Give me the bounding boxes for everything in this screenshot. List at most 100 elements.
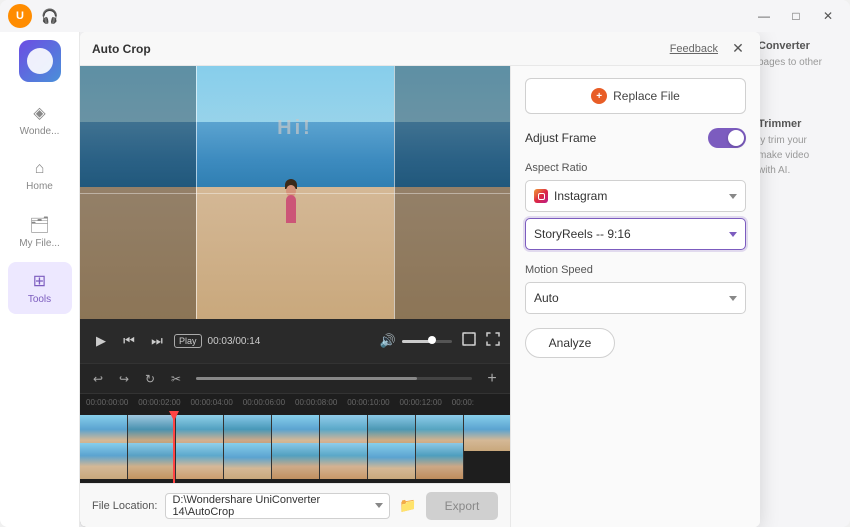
motion-speed-value: Auto xyxy=(534,291,559,305)
volume-icon[interactable]: 🔊 xyxy=(380,333,396,349)
redo-button[interactable]: ↪ xyxy=(114,369,134,389)
myfiles-icon: 🗂 xyxy=(29,215,49,235)
converter-text: pages to other xyxy=(758,55,842,70)
person-silhouette xyxy=(282,178,300,223)
beach-scene: Hi! xyxy=(80,66,510,319)
zoom-fill xyxy=(196,377,417,380)
ratio-select-wrapper: StoryReels -- 9:16 xyxy=(525,218,746,250)
right-panel: + Replace File Adjust Frame Asp xyxy=(510,66,760,527)
ruler-mark-2: 00:00:04:00 xyxy=(191,398,243,407)
sidebar-home-label: Home xyxy=(26,181,53,192)
adjust-frame-toggle[interactable] xyxy=(708,128,746,148)
main-content: ◈ Wonde... ⌂ Home 🗂 My File... ⊞ Tools C… xyxy=(0,32,850,527)
undo-button[interactable]: ↩ xyxy=(88,369,108,389)
motion-speed-select[interactable]: Auto xyxy=(525,282,746,314)
aspect-ratio-label: Aspect Ratio xyxy=(525,162,746,174)
file-path-select[interactable]: D:\Wondershare UniConverter 14\AutoCrop xyxy=(165,493,390,519)
app-logo[interactable] xyxy=(19,40,61,82)
file-path-text: D:\Wondershare UniConverter 14\AutoCrop xyxy=(172,494,375,518)
dialog-body: Hi! xyxy=(80,66,760,527)
timeline-ruler: 00:00:00:00 00:00:02:00 00:00:04:00 00:0… xyxy=(80,393,510,411)
ruler-mark-1: 00:00:02:00 xyxy=(138,398,190,407)
bg-right-converter: Converter pages to other xyxy=(758,40,842,70)
title-bar-icons: U 🎧 xyxy=(8,4,62,28)
ruler-mark-4: 00:00:08:00 xyxy=(295,398,347,407)
prev-frame-button[interactable]: ⏮ xyxy=(118,330,140,352)
film-frame-2 xyxy=(272,443,320,479)
film-frame-2 xyxy=(368,443,416,479)
ratio-select[interactable]: StoryReels -- 9:16 xyxy=(525,218,746,250)
user-avatar[interactable]: U xyxy=(8,4,32,28)
beach-text: Hi! xyxy=(277,117,313,140)
close-button[interactable]: ✕ xyxy=(814,2,842,30)
replace-file-button[interactable]: + Replace File xyxy=(525,78,746,114)
adjust-frame-label: Adjust Frame xyxy=(525,131,596,145)
sidebar: ◈ Wonde... ⌂ Home 🗂 My File... ⊞ Tools xyxy=(0,32,80,527)
ruler-mark-0: 00:00:00:00 xyxy=(86,398,138,407)
crop-dark-left xyxy=(80,66,196,319)
analyze-button[interactable]: Analyze xyxy=(525,328,615,358)
aspect-ratio-section: Aspect Ratio Instagram xyxy=(525,162,746,250)
auto-crop-dialog: Auto Crop Feedback ✕ xyxy=(80,32,760,527)
motion-speed-chevron-icon xyxy=(729,296,737,301)
ai-text: with AI. xyxy=(758,163,842,178)
dialog-close-button[interactable]: ✕ xyxy=(728,39,748,59)
export-button[interactable]: Export xyxy=(426,492,498,520)
timeline-track[interactable] xyxy=(80,411,510,483)
home-icon: ⌂ xyxy=(35,160,45,178)
play-label[interactable]: Play xyxy=(174,334,202,348)
ratio-chevron-icon xyxy=(729,232,737,237)
platform-select[interactable]: Instagram xyxy=(525,180,746,212)
timeline-area: ↩ ↪ ↻ ✂ + xyxy=(80,363,510,483)
trimmer-text: ly trim yourmake video xyxy=(758,133,842,163)
platform-select-left: Instagram xyxy=(534,189,607,203)
folder-browse-icon[interactable]: 📁 xyxy=(398,496,418,516)
app-bg-right: Converter pages to other Trimmer ly trim… xyxy=(750,32,850,527)
refresh-button[interactable]: ↻ xyxy=(140,369,160,389)
maximize-button[interactable]: □ xyxy=(782,2,810,30)
dialog-bottom: File Location: D:\Wondershare UniConvert… xyxy=(80,483,510,527)
bg-right-trimmer: Trimmer ly trim yourmake video with AI. xyxy=(758,118,842,178)
sidebar-item-app[interactable]: ◈ Wonde... xyxy=(8,94,72,146)
feedback-link[interactable]: Feedback xyxy=(670,43,718,55)
platform-select-wrapper: Instagram xyxy=(525,180,746,212)
playhead[interactable] xyxy=(173,411,175,483)
cut-button[interactable]: ✂ xyxy=(166,369,186,389)
next-frame-button[interactable]: ⏭ xyxy=(146,330,168,352)
bg-content: Converter pages to other Trimmer ly trim… xyxy=(80,32,850,527)
video-controls: ▶ ⏮ ⏭ Play 00:03/00:14 🔊 xyxy=(80,319,510,363)
ruler-mark-3: 00:00:06:00 xyxy=(243,398,295,407)
instagram-icon xyxy=(534,189,548,203)
ratio-label: StoryReels -- 9:16 xyxy=(534,227,631,241)
film-frame-2 xyxy=(416,443,464,479)
replace-icon: + xyxy=(591,88,607,104)
film-frame-2 xyxy=(128,443,176,479)
motion-speed-section: Motion Speed Auto xyxy=(525,264,746,314)
path-chevron-icon xyxy=(375,503,383,508)
fit-screen-icon[interactable] xyxy=(462,332,476,351)
toggle-knob xyxy=(728,130,744,146)
sidebar-item-tools[interactable]: ⊞ Tools xyxy=(8,262,72,314)
trimmer-title: Trimmer xyxy=(758,118,842,130)
volume-slider[interactable] xyxy=(402,340,452,343)
analyze-section: Analyze xyxy=(525,328,746,358)
timeline-controls: ↩ ↪ ↻ ✂ + xyxy=(80,363,510,393)
dialog-titlebar: Auto Crop Feedback ✕ xyxy=(80,32,760,66)
sidebar-item-home[interactable]: ⌂ Home xyxy=(8,150,72,202)
minimize-button[interactable]: — xyxy=(750,2,778,30)
dialog-title: Auto Crop xyxy=(92,42,670,56)
app-window: U 🎧 — □ ✕ ◈ Wonde... ⌂ Home 🗂 My xyxy=(0,0,850,527)
zoom-slider[interactable] xyxy=(196,377,472,380)
zoom-in-button[interactable]: + xyxy=(482,369,502,389)
ruler-mark-7: 00:00: xyxy=(452,398,504,407)
film-strip-bottom xyxy=(80,443,510,479)
film-frame-2 xyxy=(320,443,368,479)
play-button[interactable]: ▶ xyxy=(90,330,112,352)
ruler-mark-6: 00:00:12:00 xyxy=(400,398,452,407)
adjust-frame-row: Adjust Frame xyxy=(525,128,746,148)
headset-icon[interactable]: 🎧 xyxy=(38,4,62,28)
sidebar-item-myfiles[interactable]: 🗂 My File... xyxy=(8,206,72,258)
crop-dark-right xyxy=(394,66,510,319)
replace-file-label: Replace File xyxy=(613,89,680,103)
fullscreen-icon[interactable] xyxy=(486,332,500,351)
